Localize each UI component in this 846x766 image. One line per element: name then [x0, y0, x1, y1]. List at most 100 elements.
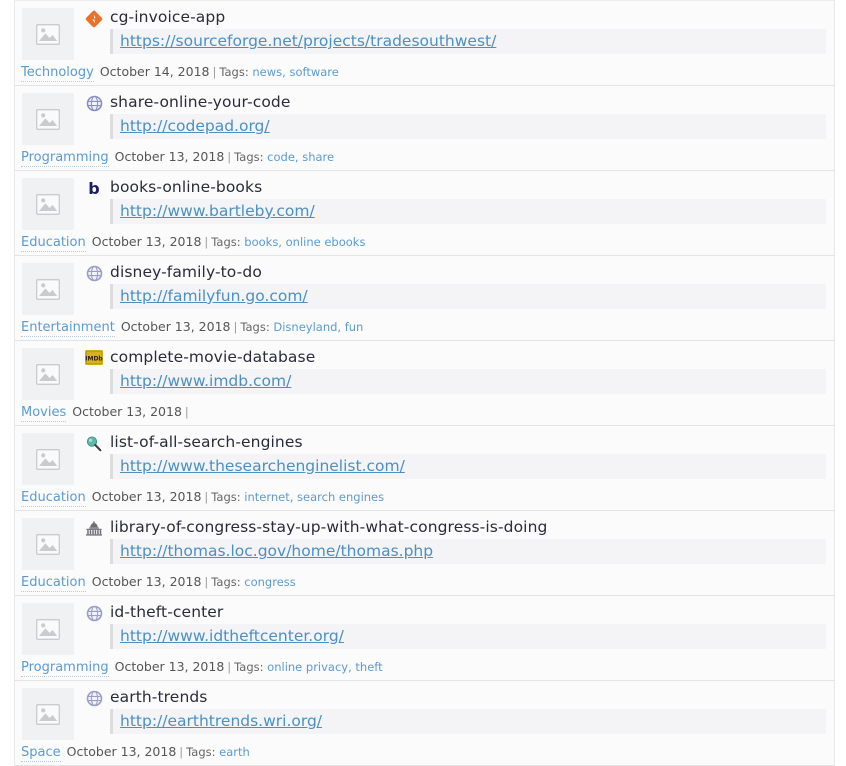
bookmark-favicon: IMDb	[78, 350, 110, 372]
bookmark-entry: earth-trendshttp://earthtrends.wri.org/	[110, 686, 834, 734]
bookmark-entry: cg-invoice-apphttps://sourceforge.net/pr…	[110, 6, 834, 54]
bookmark-meta-separator: |	[185, 405, 189, 419]
bookmark-row[interactable]: library-of-congress-stay-up-with-what-co…	[15, 511, 834, 596]
bookmark-favicon	[78, 690, 110, 712]
bookmark-meta-separator: |	[204, 575, 208, 589]
bookmark-url-block: http://www.thesearchenginelist.com/	[110, 454, 826, 479]
bookmark-meta-separator: |	[179, 745, 183, 759]
bookmark-category[interactable]: Programming	[21, 660, 109, 677]
bookmark-url-block: http://thomas.loc.gov/home/thomas.php	[110, 539, 826, 564]
bookmark-favicon: b	[78, 180, 110, 202]
bookmark-url-link[interactable]: http://thomas.loc.gov/home/thomas.php	[120, 542, 433, 560]
bookmark-row-main: IMDb complete-movie-databasehttp://www.im…	[15, 341, 834, 402]
bartleby-b-icon: b	[88, 180, 99, 197]
bookmark-url-block: http://www.idtheftcenter.org/	[110, 624, 826, 649]
bookmark-meta: EducationOctober 13, 2018|Tags: books, o…	[15, 232, 834, 255]
bookmark-tags[interactable]: earth	[219, 745, 250, 759]
bookmark-category[interactable]: Movies	[21, 405, 66, 422]
bookmark-tags[interactable]: code, share	[267, 150, 334, 164]
bookmark-url-link[interactable]: http://familyfun.go.com/	[120, 287, 308, 305]
bookmark-url-block: http://codepad.org/	[110, 114, 826, 139]
bookmark-url-link[interactable]: http://www.idtheftcenter.org/	[120, 627, 344, 645]
bookmark-meta-separator: |	[204, 490, 208, 504]
bookmark-category[interactable]: Technology	[21, 65, 94, 82]
bookmark-tags[interactable]: congress	[244, 575, 295, 589]
bookmark-category[interactable]: Education	[21, 235, 86, 252]
bookmark-date: October 13, 2018	[92, 234, 202, 249]
bookmark-category[interactable]: Space	[21, 745, 61, 762]
bookmark-favicon	[78, 95, 110, 117]
bookmark-favicon	[78, 605, 110, 627]
bookmark-category[interactable]: Programming	[21, 150, 109, 167]
bookmark-date: October 13, 2018	[115, 659, 225, 674]
bookmark-tags-label: Tags:	[240, 320, 269, 334]
bookmark-url-link[interactable]: https://sourceforge.net/projects/tradeso…	[120, 32, 496, 50]
bookmark-tags[interactable]: books, online ebooks	[244, 235, 365, 249]
bookmark-date: October 13, 2018	[121, 319, 231, 334]
broken-image-placeholder-icon	[36, 109, 60, 130]
broken-image-placeholder-icon	[36, 449, 60, 470]
bookmark-thumbnail[interactable]	[22, 518, 74, 570]
bookmark-tags[interactable]: Disneyland, fun	[273, 320, 363, 334]
bookmark-row-main: list-of-all-search-engineshttp://www.the…	[15, 426, 834, 487]
bookmark-tags[interactable]: news, software	[252, 65, 338, 79]
bookmark-row[interactable]: id-theft-centerhttp://www.idtheftcenter.…	[15, 596, 834, 681]
bookmark-category[interactable]: Education	[21, 575, 86, 592]
bookmark-row[interactable]: IMDb complete-movie-databasehttp://www.im…	[15, 341, 834, 426]
bookmark-thumbnail[interactable]	[22, 93, 74, 145]
bookmark-url-link[interactable]: http://www.imdb.com/	[120, 372, 291, 390]
bookmark-meta: MoviesOctober 13, 2018|Tags:	[15, 402, 834, 425]
bookmark-favicon	[78, 265, 110, 287]
bookmark-row-main: disney-family-to-dohttp://familyfun.go.c…	[15, 256, 834, 317]
bookmark-category[interactable]: Education	[21, 490, 86, 507]
bookmark-row[interactable]: disney-family-to-dohttp://familyfun.go.c…	[15, 256, 834, 341]
bookmark-entry: complete-movie-databasehttp://www.imdb.c…	[110, 346, 834, 394]
bookmark-date: October 13, 2018	[92, 489, 202, 504]
bookmark-thumbnail[interactable]	[22, 348, 74, 400]
bookmark-thumbnail[interactable]	[22, 8, 74, 60]
broken-image-placeholder-icon	[36, 704, 60, 725]
broken-image-placeholder-icon	[36, 619, 60, 640]
bookmark-thumbnail[interactable]	[22, 433, 74, 485]
bookmark-date: October 13, 2018	[72, 404, 182, 419]
bookmark-tags-label: Tags:	[234, 150, 263, 164]
bookmark-entry: books-online-books http://www.bartleby.co…	[110, 176, 834, 224]
bookmark-url-block: https://sourceforge.net/projects/tradeso…	[110, 29, 826, 54]
globe-icon	[86, 265, 103, 282]
bookmark-url-link[interactable]: http://codepad.org/	[120, 117, 270, 135]
bookmark-thumbnail[interactable]	[22, 603, 74, 655]
imdb-icon: IMDb	[85, 350, 103, 365]
bookmark-date: October 13, 2018	[67, 744, 177, 759]
bookmark-row-main: cg-invoice-apphttps://sourceforge.net/pr…	[15, 1, 834, 62]
bookmark-thumbnail[interactable]	[22, 688, 74, 740]
svg-text:IMDb: IMDb	[85, 355, 103, 362]
bookmark-entry: id-theft-centerhttp://www.idtheftcenter.…	[110, 601, 834, 649]
bookmark-url-link[interactable]: http://www.bartleby.com/	[120, 202, 315, 220]
bookmark-row[interactable]: share-online-your-codehttp://codepad.org…	[15, 86, 834, 171]
bookmark-favicon	[78, 435, 110, 457]
bookmark-entry: list-of-all-search-engineshttp://www.the…	[110, 431, 834, 479]
bookmark-entry: share-online-your-codehttp://codepad.org…	[110, 91, 834, 139]
bookmark-tags[interactable]: internet, search engines	[244, 490, 384, 504]
bookmark-row-main: share-online-your-codehttp://codepad.org…	[15, 86, 834, 147]
bookmark-row[interactable]: list-of-all-search-engineshttp://www.the…	[15, 426, 834, 511]
bookmark-meta: EducationOctober 13, 2018|Tags: internet…	[15, 487, 834, 510]
bookmark-url-link[interactable]: http://earthtrends.wri.org/	[120, 712, 322, 730]
broken-image-placeholder-icon	[36, 534, 60, 555]
bookmark-thumbnail[interactable]	[22, 263, 74, 315]
bookmark-tags[interactable]: online privacy, theft	[267, 660, 382, 674]
bookmark-title: books-online-books	[110, 176, 828, 199]
bookmark-row[interactable]: b books-online-books http://www.bartleby.c…	[15, 171, 834, 256]
broken-image-placeholder-icon	[36, 194, 60, 215]
bookmark-url-link[interactable]: http://www.thesearchenginelist.com/	[120, 457, 405, 475]
bookmark-url-block: http://www.bartleby.com/	[110, 199, 826, 224]
bookmark-row[interactable]: earth-trendshttp://earthtrends.wri.org/S…	[15, 681, 834, 766]
bookmark-thumbnail[interactable]	[22, 178, 74, 230]
broken-image-placeholder-icon	[36, 24, 60, 45]
bookmark-entry: disney-family-to-dohttp://familyfun.go.c…	[110, 261, 834, 309]
bookmark-date: October 14, 2018	[100, 64, 210, 79]
magnifier-icon	[85, 435, 103, 453]
bookmark-category[interactable]: Entertainment	[21, 320, 115, 337]
bookmark-meta: ProgrammingOctober 13, 2018|Tags: online…	[15, 657, 834, 680]
bookmark-row[interactable]: cg-invoice-apphttps://sourceforge.net/pr…	[15, 0, 834, 86]
